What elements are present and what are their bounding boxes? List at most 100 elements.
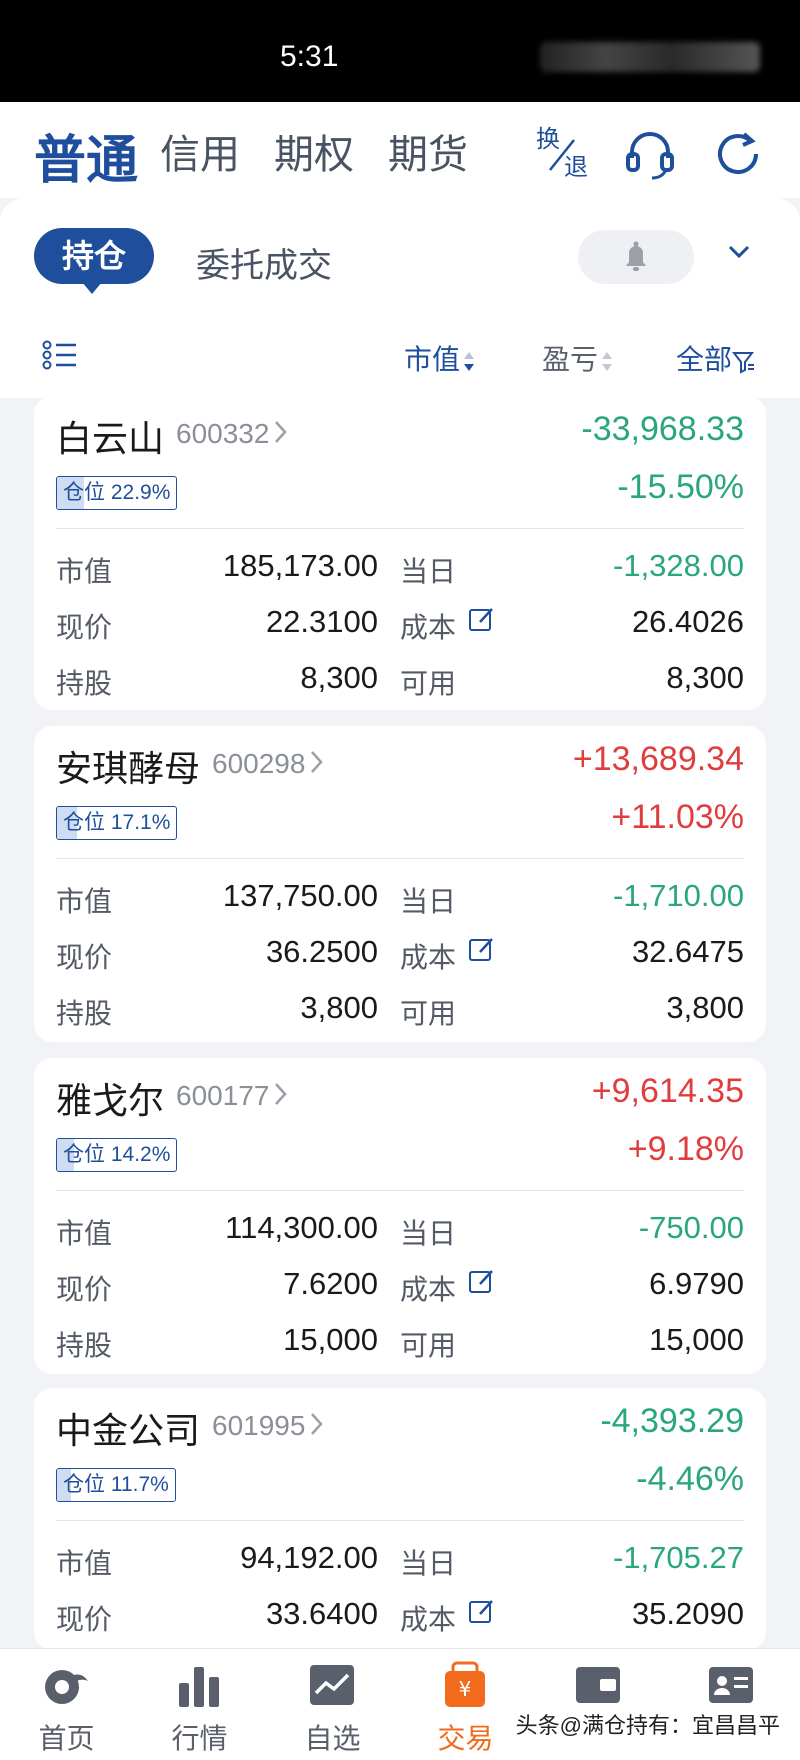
field-value-market-value: 94,192.00 <box>240 1540 378 1575</box>
account-tab-credit[interactable]: 信用 <box>160 122 240 180</box>
nav-market[interactable]: 行情 <box>133 1649 266 1760</box>
field-value-today: -1,705.27 <box>613 1540 744 1575</box>
position-prefix: 仓位 <box>63 1473 105 1496</box>
account-tab-options[interactable]: 期权 <box>274 122 354 180</box>
field-value-cost: 26.4026 <box>631 604 744 639</box>
field-label: 可用 <box>400 1330 457 1361</box>
stock-name: 雅戈尔 <box>56 1080 165 1121</box>
profit-loss-percent: -15.50% <box>617 468 744 506</box>
filter-all[interactable]: 全部 <box>676 338 756 378</box>
chevron-right-icon[interactable] <box>308 1410 326 1438</box>
status-bar: 5:31 <box>0 0 800 102</box>
position-badge: 仓位 17.1% <box>56 806 178 840</box>
card-divider <box>56 528 744 529</box>
field-label: 市值 <box>56 1218 113 1249</box>
field-value-shares: 8,300 <box>300 660 378 695</box>
nav-wallet[interactable] <box>532 1649 665 1760</box>
tab-holdings[interactable]: 持仓 <box>34 228 154 284</box>
status-time: 5:31 <box>280 40 339 73</box>
profit-loss-amount: +13,689.34 <box>572 740 744 778</box>
field-label: 成本 <box>400 612 457 643</box>
account-tab-normal[interactable]: 普通 <box>34 118 138 193</box>
tab-holdings-pointer <box>82 282 102 294</box>
profit-loss-amount: -33,968.33 <box>581 410 744 448</box>
nav-trade[interactable]: ¥ 交易 <box>399 1649 532 1760</box>
chevron-right-icon[interactable] <box>272 418 290 446</box>
nav-watchlist-label: 自选 <box>304 1723 361 1754</box>
edit-cost-icon[interactable] <box>468 1268 494 1294</box>
stock-code: 600332 <box>176 418 270 449</box>
nav-profile[interactable] <box>665 1649 798 1760</box>
field-value-shares: 15,000 <box>283 1322 378 1357</box>
field-label: 当日 <box>400 1218 457 1249</box>
switch-logout-button[interactable]: 换 退 <box>534 126 590 182</box>
holding-card[interactable]: 白云山 600332 -33,968.33 -15.50% 仓位 22.9% 市值 185,… <box>34 396 766 710</box>
stock-name: 中金公司 <box>56 1410 201 1451</box>
alert-bell-button[interactable] <box>578 230 694 284</box>
filter-icon <box>732 351 755 374</box>
headset-icon[interactable] <box>622 126 678 182</box>
field-value-price: 33.6400 <box>265 1596 378 1631</box>
line-chart-icon <box>310 1665 354 1705</box>
tab-orders[interactable]: 委托成交 <box>196 238 332 287</box>
position-prefix: 仓位 <box>63 481 105 504</box>
list-view-icon[interactable] <box>42 340 78 370</box>
field-value-available: 15,000 <box>649 1322 744 1357</box>
edit-cost-icon[interactable] <box>468 606 494 632</box>
nav-home[interactable]: 首页 <box>0 1649 133 1760</box>
nav-watchlist[interactable]: 自选 <box>266 1649 399 1760</box>
position-prefix: 仓位 <box>63 811 105 834</box>
chevron-right-icon[interactable] <box>272 1080 290 1108</box>
sort-market-value[interactable]: 市值 <box>404 338 476 378</box>
nav-market-label: 行情 <box>171 1723 228 1754</box>
profit-loss-percent: +11.03% <box>611 798 744 836</box>
yen-bag-icon: ¥ <box>445 1661 485 1707</box>
chevron-down-icon[interactable] <box>724 236 754 266</box>
stock-code: 601995 <box>212 1410 306 1441</box>
profit-loss-percent: -4.46% <box>636 1460 744 1498</box>
sort-neutral-icon <box>602 351 613 371</box>
edit-cost-icon[interactable] <box>468 936 494 962</box>
holding-card[interactable]: 中金公司 601995 -4,393.29 -4.46% 仓位 11.7% 市值 94,19… <box>34 1388 766 1650</box>
profile-card-icon <box>709 1667 753 1703</box>
position-ratio: 11.7% <box>110 1473 169 1496</box>
sort-desc-icon <box>464 351 475 371</box>
field-value-cost: 35.2090 <box>631 1596 744 1631</box>
field-label: 市值 <box>56 556 113 587</box>
account-tab-futures[interactable]: 期货 <box>388 122 468 180</box>
position-badge: 仓位 14.2% <box>56 1138 178 1172</box>
field-label: 现价 <box>56 1604 113 1635</box>
bell-icon <box>626 241 646 271</box>
status-icons-blurred <box>540 42 760 72</box>
field-label: 持股 <box>56 998 113 1029</box>
stock-name: 安琪酵母 <box>56 748 201 789</box>
field-label: 持股 <box>56 1330 113 1361</box>
field-value-market-value: 185,173.00 <box>222 548 378 583</box>
field-label: 成本 <box>400 1274 457 1305</box>
field-value-price: 7.6200 <box>283 1266 378 1301</box>
card-divider <box>56 1190 744 1191</box>
card-divider <box>56 858 744 859</box>
profit-loss-percent: +9.18% <box>627 1130 744 1168</box>
position-badge: 仓位 11.7% <box>56 1468 176 1502</box>
sort-market-value-label: 市值 <box>404 344 461 375</box>
chevron-right-icon[interactable] <box>308 748 326 776</box>
field-label: 可用 <box>400 668 457 699</box>
refresh-icon[interactable] <box>710 126 766 182</box>
field-value-cost: 32.6475 <box>631 934 744 969</box>
svg-text:¥: ¥ <box>459 1677 472 1701</box>
holdings-panel-header: 持仓 委托成交 市值 盈亏 全部 <box>0 198 800 398</box>
field-value-today: -750.00 <box>638 1210 744 1245</box>
field-label: 成本 <box>400 942 457 973</box>
field-label: 现价 <box>56 1274 113 1305</box>
stock-name: 白云山 <box>56 418 165 459</box>
holding-card[interactable]: 雅戈尔 600177 +9,614.35 +9.18% 仓位 14.2% 市值 114,30… <box>34 1058 766 1374</box>
field-value-market-value: 114,300.00 <box>225 1210 378 1245</box>
field-label: 当日 <box>400 1548 457 1579</box>
field-value-shares: 3,800 <box>300 990 378 1025</box>
sort-profit-loss[interactable]: 盈亏 <box>542 338 614 378</box>
profit-loss-amount: +9,614.35 <box>591 1072 744 1110</box>
field-label: 市值 <box>56 1548 113 1579</box>
holding-card[interactable]: 安琪酵母 600298 +13,689.34 +11.03% 仓位 17.1% 市值 137… <box>34 726 766 1042</box>
edit-cost-icon[interactable] <box>468 1598 494 1624</box>
